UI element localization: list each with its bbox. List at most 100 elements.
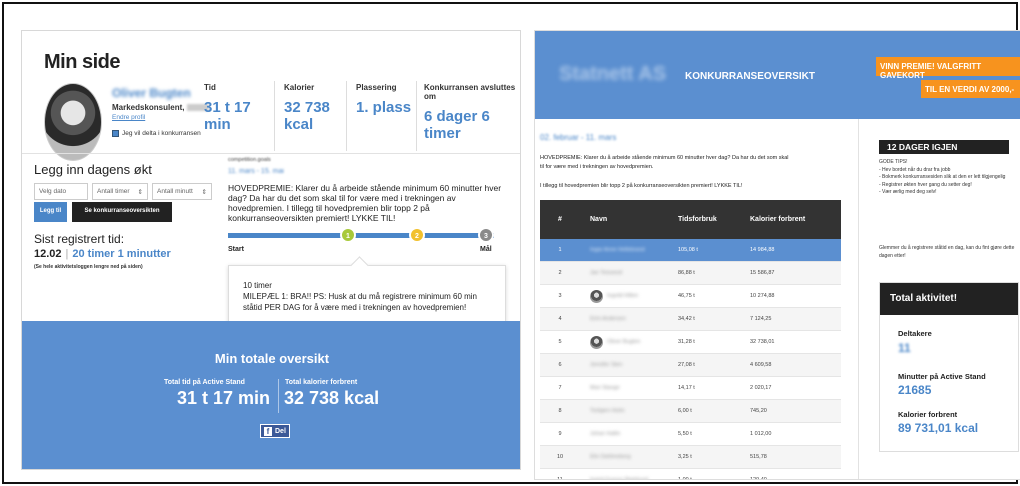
row-kcal: 745,20 (750, 408, 767, 414)
tip-item: - Bokmerk konkurransesiden slik at den e… (879, 174, 1006, 180)
milestone-1[interactable]: 1 (340, 227, 356, 243)
milestone-2[interactable]: 2 (409, 227, 425, 243)
stat-label: Kalorier (284, 83, 315, 92)
table-row: 1 Ingar Anne Hellebrand 105,08 t 14 984,88 (540, 239, 841, 262)
join-label: Jeg vil delta i konkurransen (122, 130, 201, 137)
milestone-3[interactable]: 3 (478, 227, 494, 243)
row-time: 34,42 t (678, 316, 695, 322)
row-rank: 10 (556, 454, 564, 460)
row-name: Elin Dahlmeberg (580, 454, 670, 460)
edit-profile-link[interactable]: Endre profil (112, 114, 145, 121)
participant-name: Mari Stange (590, 385, 620, 391)
table-row: 5 Oliver Bugten 31,28 t 32 738,01 (540, 331, 841, 354)
competition-overview-button[interactable]: Se konkurranseoversikten (72, 202, 172, 222)
total-overview-section: Min totale oversikt Total tid på Active … (22, 321, 520, 469)
overview-heading: KONKURRANSEOVERSIKT (685, 71, 816, 82)
participant-name: Torbjørn Holm (590, 408, 625, 414)
table-row: 8 Torbjørn Holm 6,00 t 745,20 (540, 400, 841, 423)
row-rank: 11 (557, 477, 563, 480)
stat-value: 32 738 kcal (284, 99, 330, 133)
share-label: Del (275, 427, 286, 435)
my-page-panel: Min side Oliver Bugten Markedskonsulent,… (21, 30, 521, 470)
row-kcal: 32 738,01 (750, 339, 775, 345)
table-row: 11 Ingrid Gunvor Biørklund 1,00 t 129,40 (540, 469, 841, 480)
stat-placement: Plassering 1. plass (356, 83, 411, 116)
row-name: Jan Teisseod (580, 270, 670, 276)
stat-value: 31 t 17 min (204, 99, 251, 133)
divider (22, 153, 520, 154)
col-kcal: Kalorier forbrent (750, 216, 806, 223)
total-time-value: 31 t 17 min (177, 388, 271, 408)
facebook-share-button[interactable]: f Del (260, 424, 290, 438)
divider (278, 379, 279, 413)
row-time: 14,17 t (678, 385, 695, 391)
row-name: Torbjørn Holm (580, 408, 670, 414)
hours-select[interactable]: Antall timer ⇕ (92, 183, 148, 200)
add-button[interactable]: Legg til (34, 202, 67, 222)
reminder-text: Glemmer du å registrere ståtid en dag, k… (879, 245, 1015, 259)
tips-title: GODE TIPS! (879, 159, 908, 165)
divider (274, 81, 275, 151)
days-left-badge: 12 DAGER IGJEN (879, 140, 1009, 154)
total-activity-box: Total aktivitet! Deltakere 11 Minutter p… (879, 282, 1019, 452)
row-rank: 3 (558, 293, 562, 299)
row-name: Johan Hallin (580, 431, 670, 437)
row-time: 31,28 t (678, 339, 695, 345)
row-kcal: 4 609,58 (750, 362, 772, 368)
profile-role: Markedskonsulent, (112, 103, 209, 112)
tip-item: - Hev bordet når du drar fra jobb (879, 166, 951, 173)
table-row: 2 Jan Teisseod 86,88 t 15 586,87 (540, 262, 841, 285)
promo-banner-2: TIL EN VERDI AV 2000,- (921, 80, 1020, 98)
stepper-icon: ⇕ (137, 189, 143, 196)
date-input[interactable]: Velg dato (34, 183, 88, 200)
row-name: Ingar Anne Hellebrand (580, 247, 670, 253)
minutes-value: 21685 (898, 383, 932, 397)
page-title: Min side (44, 51, 121, 73)
start-label: Start (228, 246, 244, 253)
last-duration: 20 timer 1 minutter (72, 248, 171, 260)
tip-item: - Registrer økten hver gang du setter de… (879, 181, 972, 188)
row-rank: 7 (558, 385, 562, 391)
table-row: 9 Johan Hallin 5,50 t 1 012,00 (540, 423, 841, 446)
leaderboard-table: # Navn Tidsforbruk Kalorier forbrent 1 In… (540, 200, 841, 480)
stat-ends-in: Konkurransen avsluttes om 6 dager 6 timer (424, 83, 520, 142)
avatar (590, 289, 603, 303)
competition-label: competition.goals (228, 157, 271, 163)
col-rank: # (558, 216, 562, 223)
row-rank: 2 (558, 270, 562, 276)
overview-title: Min totale oversikt (214, 351, 330, 366)
row-time: 86,88 t (678, 270, 695, 276)
row-name: Oliver Bugten (580, 335, 670, 349)
table-row: 6 Jennifer Sten 27,08 t 4 609,58 (540, 354, 841, 377)
minutes-select[interactable]: Antall minutt ⇕ (152, 183, 212, 200)
row-kcal: 10 274,88 (750, 293, 775, 299)
table-row: 3 Ingvild Hillen 46,75 t 10 274,88 (540, 285, 841, 308)
row-time: 105,08 t (678, 247, 698, 253)
progress-track (228, 233, 494, 238)
competition-dates: 11. mars - 15. mai (228, 168, 284, 175)
participant-name: Jennifer Sten (590, 362, 623, 368)
screenshot-frame: Min side Oliver Bugten Markedskonsulent,… (2, 2, 1020, 484)
checkbox-icon[interactable] (112, 130, 119, 137)
row-rank: 8 (558, 408, 562, 414)
role-text: Markedskonsulent, (112, 103, 185, 112)
participant-name: Johan Hallin (590, 431, 621, 437)
profile-name: Oliver Bugten (112, 86, 191, 100)
stat-calories: Kalorier 32 738 kcal (284, 83, 334, 133)
row-name: Jennifer Sten (580, 362, 670, 368)
row-kcal: 2 020,17 (750, 385, 772, 391)
row-rank: 4 (558, 316, 562, 322)
stat-label: Konkurransen avsluttes om (424, 83, 516, 101)
participant-name: Ingar Anne Hellebrand (590, 247, 645, 253)
company-logo: Statnett AS (559, 63, 667, 85)
total-activity-title: Total aktivitet! (880, 283, 1018, 315)
stat-value: 6 dager 6 timer (424, 108, 490, 142)
row-name: Ingvild Hillen (580, 289, 670, 303)
divider (416, 81, 417, 151)
tip-item: - Vær ærlig med deg selv! (879, 189, 937, 195)
calories-label: Kalorier forbrent (898, 410, 958, 419)
row-time: 3,25 t (678, 454, 692, 460)
row-kcal: 129,40 (750, 477, 767, 480)
join-competition-checkbox[interactable]: Jeg vil delta i konkurransen (112, 130, 201, 137)
total-time-label: Total tid på Active Stand (164, 379, 245, 386)
